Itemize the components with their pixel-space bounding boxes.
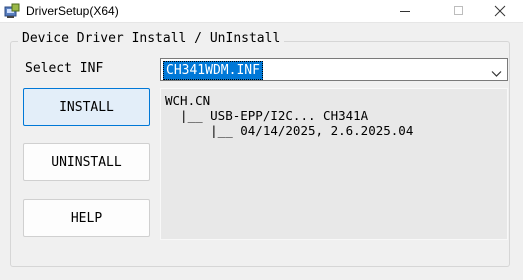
window-title: DriverSetup(X64) bbox=[26, 4, 119, 18]
close-button[interactable] bbox=[477, 0, 523, 22]
installer-app-icon bbox=[4, 3, 20, 19]
info-device-line: |__ USB-EPP/I2C... CH341A bbox=[165, 108, 369, 123]
maximize-button[interactable] bbox=[436, 0, 482, 22]
inf-select-dropdown[interactable]: CH341WDM.INF bbox=[160, 58, 508, 81]
groupbox-title: Device Driver Install / UnInstall bbox=[18, 31, 285, 46]
close-icon bbox=[494, 4, 506, 17]
maximize-icon bbox=[454, 6, 463, 15]
install-button[interactable]: INSTALL bbox=[23, 88, 150, 126]
select-inf-label: Select INF bbox=[25, 61, 104, 76]
minimize-button[interactable] bbox=[383, 0, 429, 22]
minimize-icon bbox=[400, 11, 410, 12]
driver-info-panel: WCH.CN |__ USB-EPP/I2C... CH341A |__ 04/… bbox=[160, 88, 508, 240]
inf-select-value: CH341WDM.INF bbox=[163, 61, 263, 80]
uninstall-button[interactable]: UNINSTALL bbox=[23, 143, 150, 181]
info-version-line: |__ 04/14/2025, 2.6.2025.04 bbox=[165, 123, 414, 138]
title-bar: DriverSetup(X64) bbox=[0, 0, 523, 23]
info-vendor-line: WCH.CN bbox=[165, 93, 211, 108]
chevron-down-icon[interactable] bbox=[491, 65, 502, 77]
help-button[interactable]: HELP bbox=[23, 199, 150, 237]
